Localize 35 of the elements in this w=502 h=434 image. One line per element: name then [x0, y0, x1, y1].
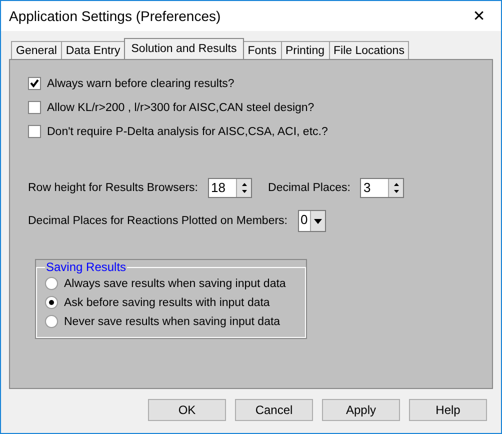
- tab[interactable]: Data Entry: [60, 41, 126, 59]
- up-arrow-icon[interactable]: [394, 183, 399, 186]
- radio-label: Always save results when saving input data: [64, 278, 286, 290]
- tab[interactable]: General: [11, 41, 62, 59]
- dialog-button[interactable]: Apply: [322, 399, 400, 421]
- reaction-decimals-dropdown[interactable]: 0: [298, 210, 326, 232]
- tab[interactable]: File Locations: [328, 41, 410, 59]
- radio-label: Ask before saving results with input data: [64, 296, 270, 308]
- close-button[interactable]: ✕: [457, 1, 501, 31]
- checkbox-label: Don't require P-Delta analysis for AISC,CSA, ACI, etc.?: [47, 126, 328, 138]
- checkbox[interactable]: [28, 77, 41, 90]
- dialog-button[interactable]: OK: [148, 399, 226, 421]
- radio-label: Never save results when saving input data: [64, 316, 280, 328]
- checkbox-label: Always warn before clearing results?: [47, 78, 234, 90]
- tab[interactable]: Printing: [280, 41, 330, 59]
- checkbox-label: Allow KL/r>200 , l/r>300 for AISC,CAN steel design?: [47, 102, 314, 114]
- group-title: Saving Results: [45, 260, 128, 274]
- row-height-label: Row height for Results Browsers:: [28, 182, 198, 194]
- radio-button[interactable]: [45, 296, 58, 309]
- up-arrow-icon[interactable]: [242, 183, 247, 186]
- radio-button[interactable]: [45, 277, 58, 290]
- down-arrow-icon[interactable]: [242, 190, 247, 193]
- tab[interactable]: Solution and Results: [124, 38, 244, 59]
- dialog-button[interactable]: Cancel: [235, 399, 313, 421]
- checkbox[interactable]: [28, 125, 41, 138]
- reaction-decimals-label: Decimal Places for Reactions Plotted on Members:: [28, 215, 288, 227]
- radio-button[interactable]: [45, 315, 58, 328]
- dialog-button[interactable]: Help: [409, 399, 487, 421]
- down-arrow-icon[interactable]: [394, 190, 399, 193]
- checkbox[interactable]: [28, 101, 41, 114]
- decimal-places-spinner[interactable]: 3: [360, 178, 404, 198]
- decimal-places-label: Decimal Places:: [268, 182, 350, 194]
- dropdown-arrow-icon[interactable]: [314, 218, 322, 224]
- row-height-spinner[interactable]: 18: [208, 178, 252, 198]
- window-title: Application Settings (Preferences): [9, 8, 221, 24]
